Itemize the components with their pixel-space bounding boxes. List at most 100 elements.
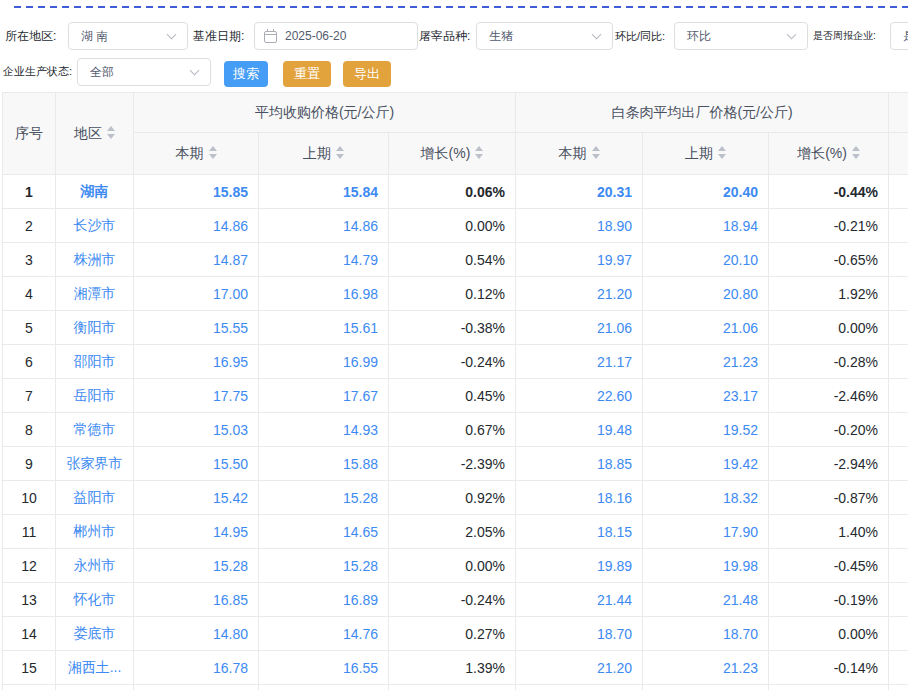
- purchase-previous-value: 14.76: [259, 617, 389, 651]
- purchase-growth-value: -0.38%: [389, 311, 516, 345]
- carcass-current-value: 21.06: [516, 311, 643, 345]
- region-link[interactable]: 长沙市: [56, 209, 134, 243]
- region-link[interactable]: 常德市: [56, 413, 134, 447]
- weekly-report-select-value: 是: [891, 28, 908, 45]
- extra-cell: [889, 345, 908, 379]
- region-link[interactable]: 怀化市: [56, 583, 134, 617]
- row-index: 15: [3, 651, 56, 685]
- sort-desc-icon: [718, 154, 726, 159]
- region-link[interactable]: 张家界市: [56, 447, 134, 481]
- region-link[interactable]: 株洲市: [56, 243, 134, 277]
- sort-asc-icon: [718, 146, 726, 151]
- carcass-growth-value: -2.46%: [769, 379, 889, 413]
- region-link[interactable]: 邵阳市: [56, 345, 134, 379]
- compare-select[interactable]: 环比: [674, 22, 808, 50]
- col-header-carcass-current[interactable]: 本期: [516, 133, 643, 175]
- carcass-current-value: 18.16: [516, 481, 643, 515]
- col-header-carcass-previous[interactable]: 上期: [643, 133, 769, 175]
- filter-row-1: 所在地区: 湖 南 基准日期: 2025-06-20 屠宰品种: 生猪 环比/同…: [0, 22, 908, 50]
- search-button[interactable]: 搜索: [224, 61, 268, 87]
- carcass-previous-value: 20.10: [643, 243, 769, 277]
- purchase-current-value: 15.50: [134, 447, 259, 481]
- col-header-region[interactable]: 地区: [56, 93, 134, 175]
- carcass-growth-value: 1.92%: [769, 277, 889, 311]
- row-index: 13: [3, 583, 56, 617]
- row-index: 9: [3, 447, 56, 481]
- region-link[interactable]: 郴州市: [56, 515, 134, 549]
- carcass-current-value: 19.97: [516, 243, 643, 277]
- price-table: 序号 地区 平均收购价格(元/公斤) 白条肉平均出厂价格(元/公斤) 本期 上期…: [2, 92, 908, 690]
- extra-cell: [889, 651, 908, 685]
- region-link[interactable]: 湖南: [56, 175, 134, 209]
- purchase-current-value: 14.95: [134, 515, 259, 549]
- row-index: 2: [3, 209, 56, 243]
- region-select-value: 湖 南: [69, 28, 168, 45]
- group-header-carcass: 白条肉平均出厂价格(元/公斤): [516, 93, 889, 133]
- carcass-previous-value: 17.90: [643, 515, 769, 549]
- calendar-icon: [264, 31, 277, 43]
- table-body: 1湖南15.8515.840.06%20.3120.40-0.44%2长沙市14…: [3, 175, 908, 690]
- carcass-current-value: 18.90: [516, 209, 643, 243]
- sort-asc-icon: [475, 146, 483, 151]
- sort-asc-icon: [592, 146, 600, 151]
- purchase-growth-value: -0.24%: [389, 583, 516, 617]
- purchase-growth-value: 0.12%: [389, 277, 516, 311]
- row-index: 12: [3, 549, 56, 583]
- base-date-input[interactable]: 2025-06-20: [254, 22, 418, 50]
- carcass-growth-value: 1.40%: [769, 515, 889, 549]
- sort-desc-icon: [852, 154, 860, 159]
- purchase-previous-value: 15.28: [259, 549, 389, 583]
- weekly-report-select[interactable]: 是: [890, 22, 908, 50]
- extra-cell: [889, 515, 908, 549]
- region-link[interactable]: 永州市: [56, 549, 134, 583]
- export-button[interactable]: 导出: [343, 61, 391, 87]
- carcass-previous-value: 19.42: [643, 447, 769, 481]
- sort-asc-icon: [336, 146, 344, 151]
- species-select[interactable]: 生猪: [476, 22, 613, 50]
- purchase-growth-value: 0.27%: [389, 617, 516, 651]
- table-row: 2长沙市14.8614.860.00%18.9018.94-0.21%: [3, 209, 908, 243]
- row-index: 11: [3, 515, 56, 549]
- sort-desc-icon: [475, 154, 483, 159]
- carcass-previous-value: 20.80: [643, 277, 769, 311]
- purchase-growth-value: 0.06%: [389, 175, 516, 209]
- col-header-purchase-growth[interactable]: 增长(%): [389, 133, 516, 175]
- purchase-current-value: 15.85: [134, 175, 259, 209]
- col-header-purchase-previous[interactable]: 上期: [259, 133, 389, 175]
- region-link[interactable]: 湘潭市: [56, 277, 134, 311]
- region-select[interactable]: 湖 南: [68, 22, 188, 50]
- region-link[interactable]: 衡阳市: [56, 311, 134, 345]
- col-header-purchase-current[interactable]: 本期: [134, 133, 259, 175]
- carcass-current-value: 19.89: [516, 549, 643, 583]
- table-row: 15湘西土...16.7816.551.39%21.2021.23-0.14%: [3, 651, 908, 685]
- data-table-wrap: 序号 地区 平均收购价格(元/公斤) 白条肉平均出厂价格(元/公斤) 本期 上期…: [2, 92, 908, 690]
- sort-carets: [475, 146, 483, 159]
- region-link[interactable]: 湘西土...: [56, 651, 134, 685]
- table-row: 11郴州市14.9514.652.05%18.1517.901.40%: [3, 515, 908, 549]
- purchase-growth-value: -2.39%: [389, 447, 516, 481]
- chevron-down-icon: [167, 30, 177, 40]
- row-index: 1: [3, 175, 56, 209]
- purchase-current-value: 16.78: [134, 651, 259, 685]
- reset-button[interactable]: 重置: [283, 61, 331, 87]
- carcass-current-value: 19.48: [516, 413, 643, 447]
- production-status-select[interactable]: 全部: [77, 58, 211, 86]
- carcass-growth-value: -0.44%: [769, 175, 889, 209]
- col-header-carcass-growth[interactable]: 增长(%): [769, 133, 889, 175]
- base-date-label: 基准日期:: [193, 22, 244, 50]
- carcass-growth-value: -0.14%: [769, 651, 889, 685]
- extra-cell: [889, 243, 908, 277]
- region-link[interactable]: 娄底市: [56, 617, 134, 651]
- table-row: 1湖南15.8515.840.06%20.3120.40-0.44%: [3, 175, 908, 209]
- extra-cell: [259, 685, 389, 690]
- table-row: 8常德市15.0314.930.67%19.4819.52-0.20%: [3, 413, 908, 447]
- region-link[interactable]: 岳阳市: [56, 379, 134, 413]
- purchase-current-value: 16.95: [134, 345, 259, 379]
- carcass-previous-value: 19.98: [643, 549, 769, 583]
- region-link[interactable]: 益阳市: [56, 481, 134, 515]
- carcass-growth-value: -0.28%: [769, 345, 889, 379]
- purchase-current-value: 15.28: [134, 549, 259, 583]
- carcass-previous-value: 19.52: [643, 413, 769, 447]
- sort-carets: [107, 126, 115, 139]
- col-header-extra-sub: [889, 133, 908, 175]
